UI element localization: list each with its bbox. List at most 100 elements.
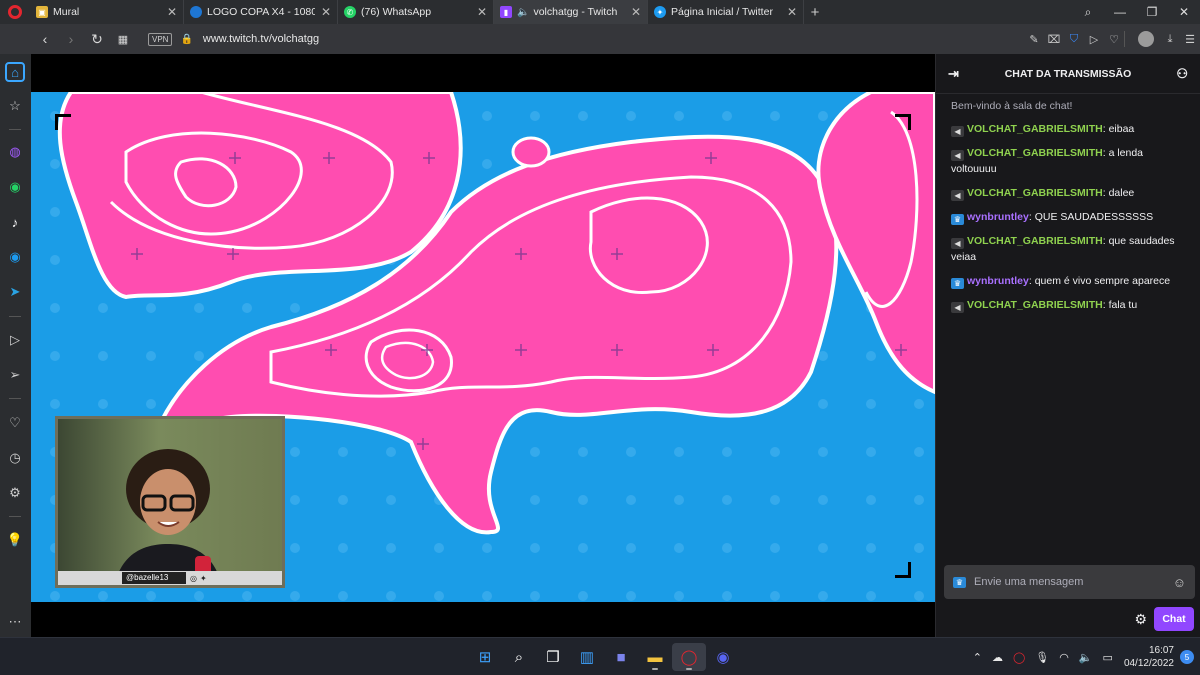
tab-logo-copa[interactable]: LOGO COPA X4 - 1080 px … ✕ [184,0,338,24]
edit-icon[interactable]: ✎ [1024,33,1044,46]
reload-button[interactable]: ↻ [84,31,110,48]
close-icon[interactable]: ✕ [167,5,177,19]
search-icon[interactable]: ⌕ [502,643,536,671]
tab-whatsapp[interactable]: ✆ (76) WhatsApp ✕ [338,0,494,24]
heart-icon[interactable]: ♡ [1104,33,1124,46]
task-view-icon[interactable]: ❐ [536,643,570,671]
video-player[interactable]: @bazelle13 ◎ ✦ [31,54,935,637]
chat-message: ◀ VOLCHAT_GABRIELSMITH: eibaa [951,121,1186,137]
camera-icon[interactable]: ⌧ [1044,33,1064,46]
lock-icon[interactable]: 🔒 [180,34,192,45]
microphone-icon[interactable]: 🎙 [1035,651,1049,664]
system-tray: ⌃ ☁ ◯ 🎙 ◠ 🔈 ▭ 16:07 04/12/2022 5 [968,638,1200,675]
restore-button[interactable]: ❐ [1136,5,1168,19]
chat-username[interactable]: VOLCHAT_GABRIELSMITH [967,299,1103,311]
close-window-button[interactable]: ✕ [1168,5,1200,19]
back-button[interactable]: ‹ [32,31,58,47]
muted-badge-icon[interactable]: ◀ [951,302,964,313]
clock-time: 16:07 [1148,645,1174,656]
close-icon[interactable]: ✕ [321,5,331,19]
settings-sliders-icon[interactable]: ☰ [1180,33,1200,46]
chat-input-box[interactable]: ♛ ☺ [944,565,1195,599]
messenger-icon[interactable]: ◍ [5,142,25,162]
clock[interactable]: 16:07 04/12/2022 [1124,644,1174,670]
tab-grid-icon[interactable]: ▦ [110,33,136,46]
chat-username[interactable]: VOLCHAT_GABRIELSMITH [967,147,1103,159]
tab-title: Mural [53,6,80,18]
player-icon[interactable]: ▷ [5,330,25,350]
tab-twitch[interactable]: ▮ 🔈 volchatgg - Twitch ✕ [494,0,648,24]
heart-icon[interactable]: ♡ [5,413,25,433]
browser-tab-bar: ▣ Mural ✕ LOGO COPA X4 - 1080 px … ✕ ✆ (… [0,0,1200,24]
chat-settings-icon[interactable]: ⚙ [1134,611,1147,628]
new-tab-button[interactable]: + [804,4,826,21]
close-icon[interactable]: ✕ [477,5,487,19]
discord-icon[interactable]: ◉ [706,643,740,671]
notification-badge[interactable]: 5 [1180,650,1194,664]
chat-username[interactable]: VOLCHAT_GABRIELSMITH [967,187,1103,199]
lightbulb-icon[interactable]: 💡 [5,530,25,550]
chat-username[interactable]: VOLCHAT_GABRIELSMITH [967,123,1103,135]
home-icon[interactable]: ⌂ [5,62,25,82]
chat-username[interactable]: wynbruntley [967,211,1029,223]
weather-icon[interactable]: ☁ [992,651,1003,664]
emote-picker-icon[interactable]: ☺ [1173,575,1186,590]
vpn-badge[interactable]: VPN [148,32,173,46]
chat-username[interactable]: wynbruntley [967,275,1029,287]
opera-sidebar: ⌂ ☆ ◍ ◉ ♪ ◉ ➤ ▷ ➢ ♡ ◷ ⚙ 💡 ⋯ [0,54,31,637]
chat-message: ◀ VOLCHAT_GABRIELSMITH: que saudades veia… [951,233,1186,265]
chat-message-input[interactable] [974,576,1173,588]
shield-icon[interactable]: ⛉ [1064,33,1084,46]
twitter-icon[interactable]: ◉ [5,247,25,267]
more-icon[interactable]: ⋯ [5,612,25,632]
twitter-icon: ✦ [654,6,666,18]
telegram-icon[interactable]: ➤ [5,282,25,302]
chevron-up-icon[interactable]: ⌃ [973,651,982,664]
whatsapp-icon[interactable]: ◉ [5,177,25,197]
tab-twitter[interactable]: ✦ Página Inicial / Twitter ✕ [648,0,804,24]
muted-badge-icon[interactable]: ◀ [951,126,964,137]
url-field[interactable]: www.twitch.tv/volchatgg [203,33,319,45]
tiktok-icon[interactable]: ♪ [5,212,25,232]
snap-icon[interactable]: ▥ [570,643,604,671]
tab-mural[interactable]: ▣ Mural ✕ [30,0,184,24]
speaker-icon[interactable]: 🔈 [517,7,529,18]
search-tabs-icon[interactable]: ⌕ [1072,5,1104,20]
close-icon[interactable]: ✕ [787,5,797,19]
tab-title: Página Inicial / Twitter [671,6,773,18]
send-chat-button[interactable]: Chat [1154,607,1194,631]
forward-button[interactable]: › [58,31,84,47]
profile-avatar[interactable] [1138,31,1154,47]
teams-icon[interactable]: ■ [604,643,638,671]
instagram-icon: ◎ [190,573,197,583]
battery-icon[interactable]: ▭ [1103,651,1113,664]
crown-badge-icon[interactable]: ♛ [951,214,964,225]
muted-badge-icon[interactable]: ◀ [951,238,964,249]
file-explorer-icon[interactable]: ▬ [638,643,672,671]
muted-badge-icon[interactable]: ◀ [951,150,964,161]
settings-icon[interactable]: ⚙ [5,483,25,503]
frame-corner [55,114,71,130]
opera-tray-icon[interactable]: ◯ [1013,651,1025,664]
muted-badge-icon[interactable]: ◀ [951,190,964,201]
minimize-button[interactable]: — [1104,5,1136,19]
wifi-icon[interactable]: ◠ [1059,651,1069,664]
tab-title: volchatgg - Twitch [533,6,618,18]
volume-icon[interactable]: 🔈 [1079,651,1093,664]
crown-badge-icon[interactable]: ♛ [951,278,964,289]
send-icon[interactable]: ▷ [1084,33,1104,46]
collapse-chat-icon[interactable]: ⇥ [948,66,959,82]
crown-badge-icon: ♛ [953,576,966,588]
send-icon[interactable]: ➢ [5,365,25,385]
community-icon[interactable]: ⚇ [1176,66,1188,82]
opera-menu-icon[interactable] [0,0,30,24]
opera-icon [190,6,202,18]
history-icon[interactable]: ◷ [5,448,25,468]
opera-icon[interactable]: ◯ [672,643,706,671]
start-icon[interactable]: ⊞ [468,643,502,671]
star-icon[interactable]: ☆ [5,96,25,116]
download-icon[interactable]: ⤓ [1160,33,1180,46]
chat-header: ⇥ CHAT DA TRANSMISSÃO ⚇ [936,54,1200,94]
chat-username[interactable]: VOLCHAT_GABRIELSMITH [967,235,1103,247]
close-icon[interactable]: ✕ [631,5,641,19]
